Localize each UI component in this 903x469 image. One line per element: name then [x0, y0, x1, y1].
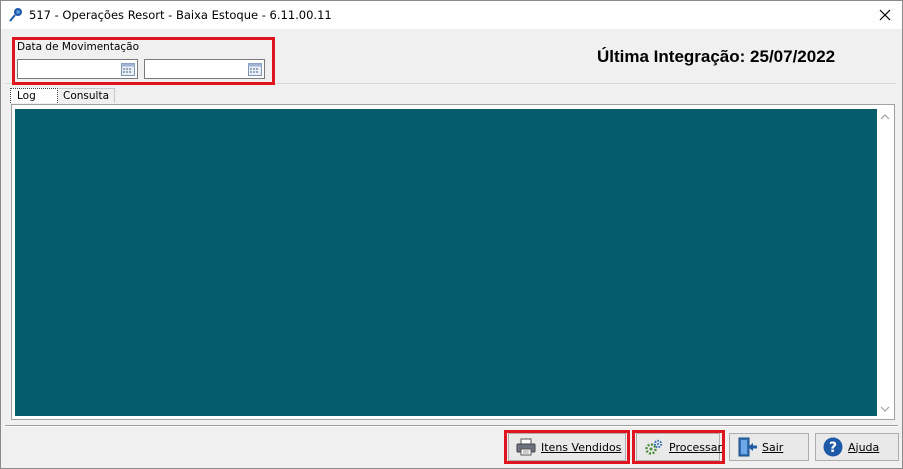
close-button[interactable]: [874, 4, 896, 26]
printer-icon: [516, 438, 536, 456]
exit-door-icon: [738, 437, 757, 457]
itens-vendidos-label: Itens Vendidos: [541, 440, 622, 454]
sair-label: Sair: [762, 440, 784, 454]
gears-icon: [645, 439, 663, 455]
ultima-integracao-label: Última Integração: 25/07/2022: [597, 47, 836, 66]
svg-text:?: ?: [829, 440, 837, 456]
processar-label: Processar: [669, 440, 722, 454]
help-icon: ?: [823, 437, 843, 457]
ajuda-button[interactable]: ? Ajuda: [815, 433, 899, 461]
itens-vendidos-button[interactable]: Itens Vendidos: [508, 433, 626, 461]
processar-button[interactable]: Processar: [636, 433, 722, 461]
ajuda-label: Ajuda: [848, 440, 880, 454]
close-icon: [879, 9, 891, 21]
log-scrollbar[interactable]: [877, 109, 893, 417]
chevron-up-icon[interactable]: [880, 112, 890, 122]
window-title: 517 - Operações Resort - Baixa Estoque -…: [29, 8, 332, 22]
title-bar: 517 - Operações Resort - Baixa Estoque -…: [1, 1, 902, 29]
sair-button[interactable]: Sair: [729, 433, 809, 461]
tab-log[interactable]: Log: [10, 88, 58, 103]
bottom-separator-light: [5, 426, 898, 427]
log-text-area[interactable]: [15, 109, 877, 416]
pin-icon: [9, 8, 22, 22]
tab-consulta[interactable]: Consulta: [59, 88, 115, 103]
chevron-down-icon[interactable]: [880, 404, 890, 414]
date-group-highlight: [12, 37, 275, 85]
